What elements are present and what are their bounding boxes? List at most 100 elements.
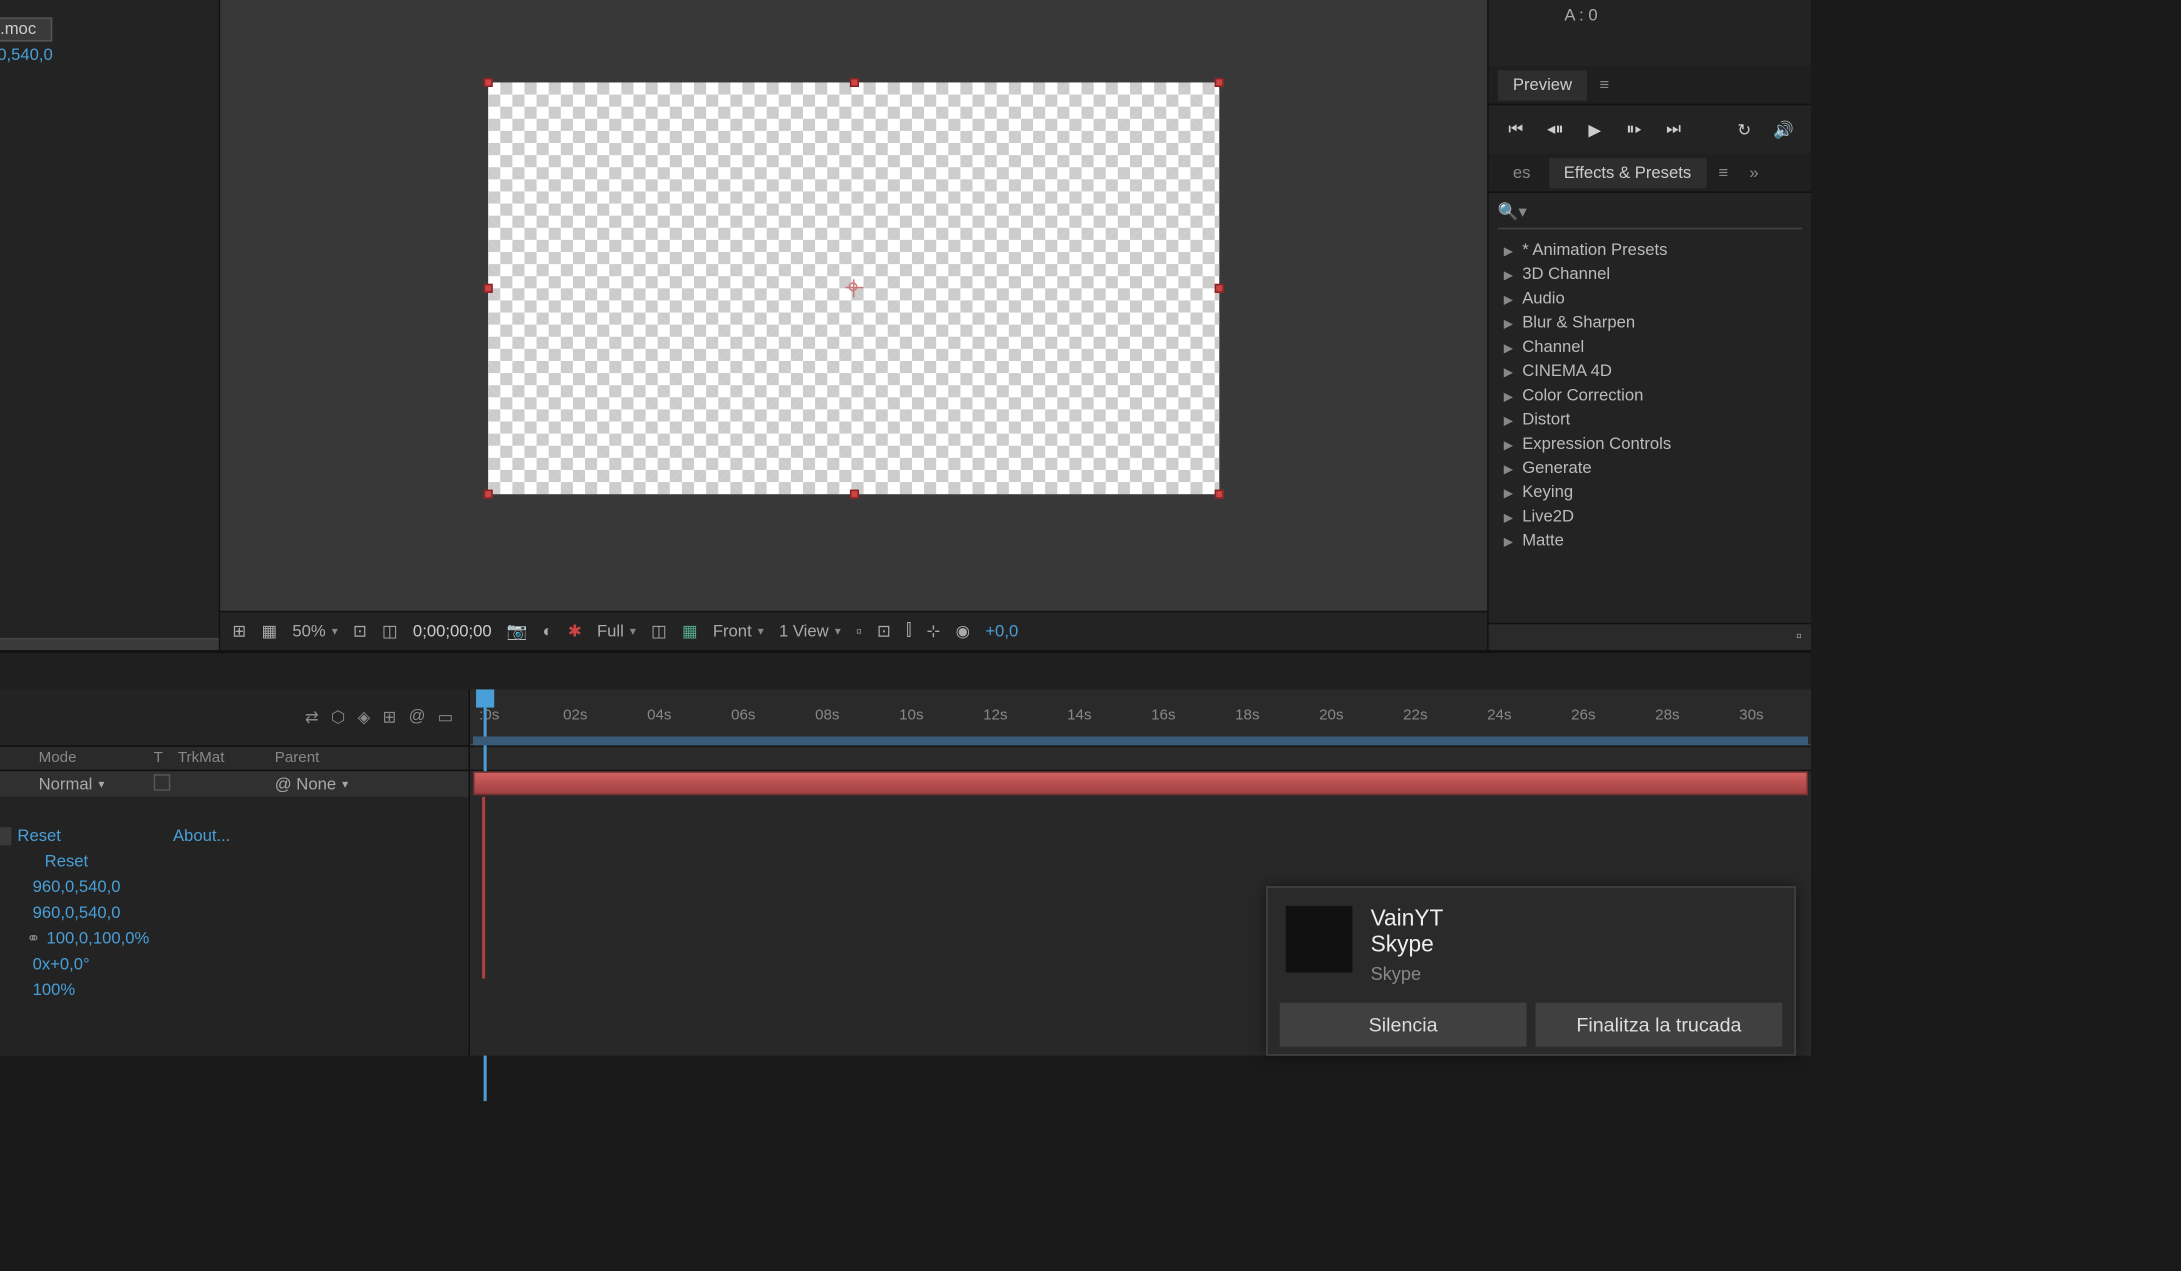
layer-duration-bar[interactable] (473, 771, 1808, 795)
presets-search[interactable]: 🔍▾ (1498, 202, 1802, 229)
preset-category[interactable]: ▶Audio (1489, 287, 1811, 311)
property-value[interactable]: 0x+0,0° (27, 955, 90, 973)
views-dropdown[interactable]: 1 View (779, 622, 841, 640)
blend-mode-dropdown[interactable]: Normal (39, 775, 154, 793)
effect-reset-link[interactable]: Reset (11, 826, 61, 844)
next-frame-button[interactable]: ⏸▸ (1622, 117, 1646, 141)
pickwhip-icon[interactable]: @ (275, 775, 292, 793)
mute-button[interactable]: 🔊 (1772, 117, 1796, 141)
prev-frame-button[interactable]: ◂⏸ (1543, 117, 1567, 141)
last-frame-button[interactable]: ⏭ (1661, 117, 1685, 141)
transparency-toggle-icon[interactable]: ▦ (682, 621, 698, 641)
transform-reset-link[interactable]: Reset (39, 852, 89, 870)
col-mode[interactable]: Mode (33, 750, 154, 767)
tab-effects-presets[interactable]: Effects & Presets (1549, 157, 1707, 187)
pixel-aspect-icon[interactable]: ▫ (856, 622, 862, 640)
snapshot-icon[interactable]: 📷 (507, 621, 528, 641)
viewer-time[interactable]: 0;00;00;00 (413, 622, 492, 640)
property-value[interactable]: 100% (27, 981, 76, 999)
playhead[interactable] (476, 689, 494, 707)
panel-expand-icon[interactable]: » (1740, 163, 1767, 181)
selection-handle[interactable] (484, 490, 493, 499)
tl-icon-3[interactable]: ◈ (358, 708, 371, 728)
selection-handle[interactable] (484, 78, 493, 87)
col-t[interactable]: T (154, 750, 178, 767)
exposure-reset-icon[interactable]: ◉ (956, 621, 971, 641)
flowchart-icon[interactable]: ⊹ (927, 621, 941, 641)
col-trkmat[interactable]: TrkMat (178, 750, 269, 767)
comp-canvas[interactable] (488, 82, 1219, 494)
property-value[interactable]: 960,0,540,0 (27, 878, 121, 896)
tab-es[interactable]: es (1498, 157, 1546, 187)
mute-button[interactable]: Silencia (1280, 1003, 1527, 1047)
roi-icon[interactable]: ◫ (651, 621, 667, 641)
property-value[interactable]: 960,0,540,0 (27, 904, 121, 922)
preset-category[interactable]: ▶Blur & Sharpen (1489, 311, 1811, 335)
selection-handle[interactable] (1215, 284, 1224, 293)
ruler-tick: 20s (1319, 708, 1343, 725)
slider-row: ▶Slider 0,00 (0, 325, 219, 351)
tl-icon-5[interactable]: @ (409, 708, 426, 728)
exposure-value[interactable]: +0,0 (985, 622, 1018, 640)
panel-menu-icon[interactable]: ≡ (1590, 76, 1618, 94)
fast-preview-icon[interactable]: ⊡ (877, 621, 891, 641)
preset-category[interactable]: ▶Color Correction (1489, 384, 1811, 408)
layer-row[interactable]: ◉ ▼ 1 White Solid 1 Normal @ None (0, 771, 468, 797)
play-button[interactable]: ▶ (1583, 117, 1607, 141)
loop-button[interactable]: ↻ (1732, 117, 1756, 141)
resolution-icon[interactable]: ▦ (261, 621, 277, 641)
selection-handle[interactable] (849, 78, 858, 87)
work-area-bar[interactable] (473, 736, 1808, 745)
3d-view-dropdown[interactable]: Front (713, 622, 764, 640)
anchor-point-icon[interactable] (845, 279, 863, 297)
preset-category[interactable]: ▶* Animation Presets (1489, 238, 1811, 262)
resolution-dropdown[interactable]: Full (597, 622, 636, 640)
effects-group-row[interactable]: ▼ Effects (0, 797, 468, 823)
live2d-params-row[interactable]: ▼Live2D Params (0, 93, 219, 119)
preset-category[interactable]: ▶Keying (1489, 481, 1811, 505)
zoom-dropdown[interactable]: 50% (292, 622, 337, 640)
tl-icon-4[interactable]: ⊞ (383, 708, 397, 728)
selection-handle[interactable] (849, 490, 858, 499)
preset-category[interactable]: ▶Matte (1489, 529, 1811, 553)
new-bin-icon[interactable]: ▫ (1796, 627, 1802, 647)
composition-viewer[interactable] (220, 0, 1487, 611)
model-settings-row[interactable]: ▼Model Settings (0, 0, 219, 16)
safe-zones-icon[interactable]: ◫ (382, 621, 398, 641)
preset-category[interactable]: ▶Channel (1489, 335, 1811, 359)
col-parent[interactable]: Parent (269, 750, 469, 767)
color-mgmt-icon[interactable]: ✱ (568, 621, 582, 641)
load-moc-button[interactable]: Load .moc (0, 17, 53, 41)
effect-about-link[interactable]: About... (167, 826, 230, 844)
preset-category[interactable]: ▶Live2D (1489, 505, 1811, 529)
position-value[interactable]: 960,0,540,0 (0, 45, 53, 63)
col-source-name[interactable]: Source Name (0, 750, 33, 767)
tab-preview[interactable]: Preview (1498, 70, 1587, 100)
timeline-icon[interactable]: ⫿ (906, 621, 911, 641)
property-value[interactable]: 100,0,100,0% (40, 929, 149, 947)
selection-handle[interactable] (484, 284, 493, 293)
aspect-icon[interactable]: ⊡ (353, 621, 367, 641)
constrain-proportions-icon[interactable]: ⚭ (27, 929, 41, 949)
effect-row[interactable]: fx ▶ Live2D Loader Reset About... (0, 823, 468, 849)
transform-group-row[interactable]: ▼ Transform Reset (0, 848, 468, 874)
preset-category[interactable]: ▶Generate (1489, 456, 1811, 480)
first-frame-button[interactable]: ⏮ (1504, 117, 1528, 141)
grid-icon[interactable]: ⊞ (232, 621, 246, 641)
ruler-tick: 10s (899, 708, 923, 725)
end-call-button[interactable]: Finalitza la trucada (1536, 1003, 1783, 1047)
selection-handle[interactable] (1215, 490, 1224, 499)
channel-icon[interactable]: ◐ (543, 622, 553, 640)
tl-icon-6[interactable]: ▭ (438, 708, 454, 728)
tl-icon-1[interactable]: ⇄ (305, 708, 319, 728)
timeline-ruler[interactable]: :0s02s04s06s08s10s12s14s16s18s20s22s24s2… (470, 689, 1811, 745)
tl-icon-2[interactable]: ⬡ (331, 708, 346, 728)
parent-dropdown[interactable]: None (296, 775, 348, 793)
preset-category[interactable]: ▶Distort (1489, 408, 1811, 432)
preset-category[interactable]: ▶CINEMA 4D (1489, 359, 1811, 383)
preset-category[interactable]: ▶3D Channel (1489, 263, 1811, 287)
panel-menu-icon[interactable]: ≡ (1709, 163, 1737, 181)
ruler-tick: 06s (731, 708, 755, 725)
preset-category[interactable]: ▶Expression Controls (1489, 432, 1811, 456)
selection-handle[interactable] (1215, 78, 1224, 87)
